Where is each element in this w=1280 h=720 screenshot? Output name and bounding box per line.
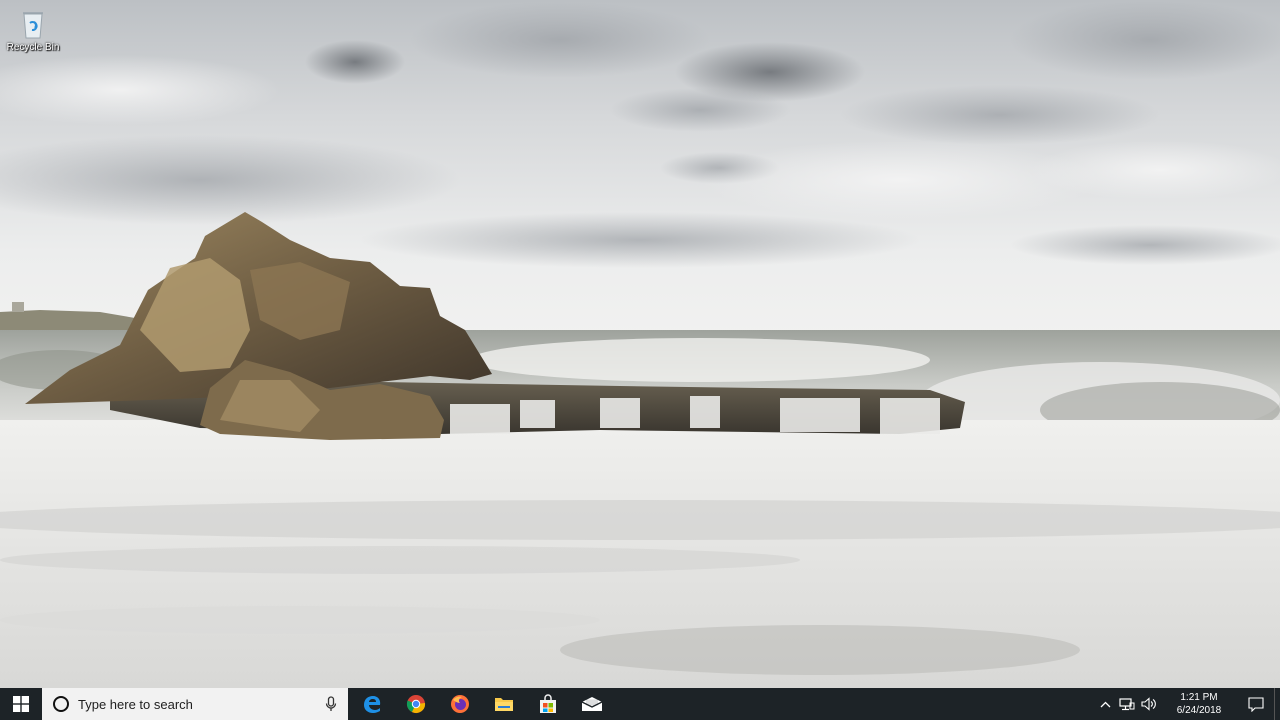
network-button[interactable]: [1116, 688, 1138, 720]
desktop-icon-label: Recycle Bin: [6, 42, 60, 53]
taskbar-app-edge[interactable]: [350, 688, 394, 720]
clock-date: 6/24/2018: [1176, 705, 1222, 716]
microphone-icon[interactable]: [324, 696, 338, 712]
chrome-icon: [406, 695, 426, 713]
action-center-icon: [1248, 696, 1264, 712]
taskbar-app-firefox[interactable]: [438, 688, 482, 720]
seascape-wallpaper-image: [0, 0, 1280, 688]
cortana-circle-icon: [53, 696, 69, 712]
desktop-wallpaper[interactable]: Recycle Bin: [0, 0, 1280, 688]
windows-logo-icon: [13, 696, 29, 712]
mail-icon: [581, 697, 603, 711]
clock[interactable]: 1:21 PM 6/24/2018: [1164, 691, 1234, 717]
file-explorer-icon: [495, 698, 513, 711]
edge-icon: [364, 696, 381, 713]
pinned-apps: [350, 688, 614, 720]
desktop-icon-recycle-bin[interactable]: Recycle Bin: [3, 8, 63, 62]
recycle-bin-icon: [23, 12, 43, 39]
store-icon: [540, 694, 556, 713]
chevron-up-icon: [1100, 701, 1110, 707]
taskbar-search-box[interactable]: Type here to search: [42, 688, 348, 720]
show-hidden-icons-button[interactable]: [1094, 688, 1116, 720]
taskbar-app-chrome[interactable]: [394, 688, 438, 720]
taskbar-app-file-explorer[interactable]: [482, 688, 526, 720]
clock-time: 1:21 PM: [1180, 692, 1218, 703]
show-desktop-button[interactable]: [1274, 688, 1280, 720]
taskbar: Type here to search 1:21 PM 6/24/2018: [0, 688, 1280, 720]
action-center-button[interactable]: [1238, 688, 1274, 720]
firefox-icon: [451, 695, 469, 713]
taskbar-app-store[interactable]: [526, 688, 570, 720]
search-placeholder: Type here to search: [78, 696, 193, 712]
start-button[interactable]: [0, 688, 42, 720]
volume-button[interactable]: [1138, 688, 1160, 720]
system-tray: 1:21 PM 6/24/2018: [1094, 688, 1280, 720]
network-icon: [1119, 698, 1135, 711]
volume-icon: [1141, 697, 1156, 711]
taskbar-app-mail[interactable]: [570, 688, 614, 720]
